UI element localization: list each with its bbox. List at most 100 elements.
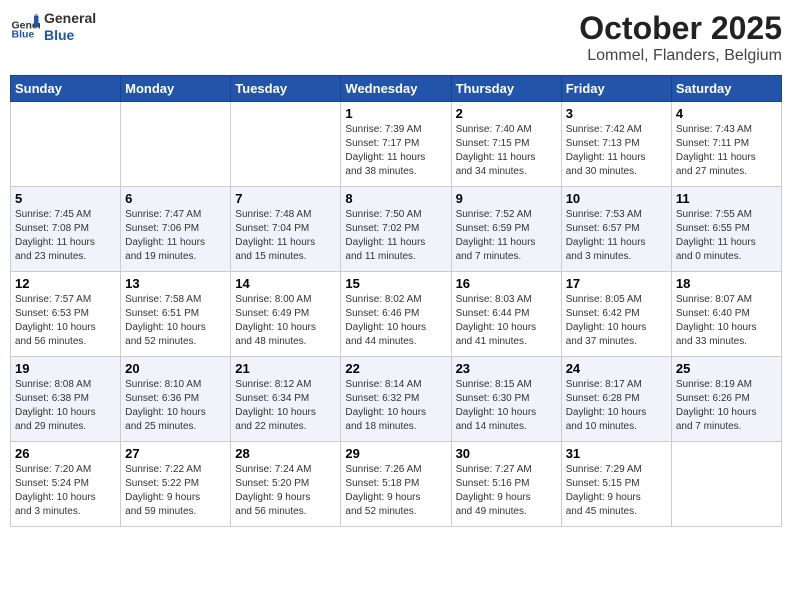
day-info: Sunrise: 7:45 AM Sunset: 7:08 PM Dayligh… bbox=[15, 208, 116, 264]
day-number: 13 bbox=[125, 276, 226, 291]
calendar-cell: 5 Sunrise: 7:45 AM Sunset: 7:08 PM Daylig… bbox=[11, 187, 121, 272]
day-number: 28 bbox=[235, 446, 336, 461]
day-number: 29 bbox=[345, 446, 446, 461]
logo-icon: General Blue bbox=[10, 12, 40, 42]
calendar-cell: 13 Sunrise: 7:58 AM Sunset: 6:51 PM Dayli… bbox=[121, 272, 231, 357]
day-number: 8 bbox=[345, 191, 446, 206]
logo-text: General Blue bbox=[44, 10, 96, 44]
calendar-cell: 6 Sunrise: 7:47 AM Sunset: 7:06 PM Daylig… bbox=[121, 187, 231, 272]
calendar-cell: 23 Sunrise: 8:15 AM Sunset: 6:30 PM Dayli… bbox=[451, 357, 561, 442]
page-header: General Blue General Blue October 2025 L… bbox=[10, 10, 782, 65]
calendar-cell: 4 Sunrise: 7:43 AM Sunset: 7:11 PM Daylig… bbox=[671, 102, 781, 187]
day-number: 20 bbox=[125, 361, 226, 376]
day-info: Sunrise: 8:10 AM Sunset: 6:36 PM Dayligh… bbox=[125, 378, 226, 434]
day-info: Sunrise: 8:14 AM Sunset: 6:32 PM Dayligh… bbox=[345, 378, 446, 434]
calendar-cell: 14Sunrise: 8:00 AM Sunset: 6:49 PM Dayli… bbox=[231, 272, 341, 357]
calendar-cell: 3Sunrise: 7:42 AM Sunset: 7:13 PM Daylig… bbox=[561, 102, 671, 187]
day-info: Sunrise: 7:50 AM Sunset: 7:02 PM Dayligh… bbox=[345, 208, 446, 264]
calendar-cell bbox=[11, 102, 121, 187]
logo-blue-text: Blue bbox=[44, 27, 96, 44]
calendar-cell: 21 Sunrise: 8:12 AM Sunset: 6:34 PM Dayli… bbox=[231, 357, 341, 442]
title-block: October 2025 Lommel, Flanders, Belgium bbox=[579, 10, 782, 65]
calendar-cell: 26Sunrise: 7:20 AM Sunset: 5:24 PM Dayli… bbox=[11, 442, 121, 527]
day-info: Sunrise: 7:43 AM Sunset: 7:11 PM Dayligh… bbox=[676, 123, 777, 179]
day-number: 22 bbox=[345, 361, 446, 376]
calendar-cell: 28 Sunrise: 7:24 AM Sunset: 5:20 PM Dayli… bbox=[231, 442, 341, 527]
day-info: Sunrise: 8:12 AM Sunset: 6:34 PM Dayligh… bbox=[235, 378, 336, 434]
calendar-week-row: 5 Sunrise: 7:45 AM Sunset: 7:08 PM Daylig… bbox=[11, 187, 782, 272]
header-thursday: Thursday bbox=[451, 76, 561, 102]
day-info: Sunrise: 7:22 AM Sunset: 5:22 PM Dayligh… bbox=[125, 463, 226, 519]
calendar-week-row: 19 Sunrise: 8:08 AM Sunset: 6:38 PM Dayli… bbox=[11, 357, 782, 442]
calendar-cell: 29 Sunrise: 7:26 AM Sunset: 5:18 PM Dayli… bbox=[341, 442, 451, 527]
day-number: 15 bbox=[345, 276, 446, 291]
calendar-table: SundayMondayTuesdayWednesdayThursdayFrid… bbox=[10, 75, 782, 527]
day-number: 16 bbox=[456, 276, 557, 291]
day-number: 1 bbox=[345, 106, 446, 121]
day-number: 18 bbox=[676, 276, 777, 291]
calendar-header-row: SundayMondayTuesdayWednesdayThursdayFrid… bbox=[11, 76, 782, 102]
header-tuesday: Tuesday bbox=[231, 76, 341, 102]
calendar-cell: 22 Sunrise: 8:14 AM Sunset: 6:32 PM Dayli… bbox=[341, 357, 451, 442]
day-number: 5 bbox=[15, 191, 116, 206]
day-info: Sunrise: 7:47 AM Sunset: 7:06 PM Dayligh… bbox=[125, 208, 226, 264]
day-number: 19 bbox=[15, 361, 116, 376]
day-info: Sunrise: 8:19 AM Sunset: 6:26 PM Dayligh… bbox=[676, 378, 777, 434]
day-info: Sunrise: 7:57 AM Sunset: 6:53 PM Dayligh… bbox=[15, 293, 116, 349]
day-info: Sunrise: 7:55 AM Sunset: 6:55 PM Dayligh… bbox=[676, 208, 777, 264]
calendar-cell: 17 Sunrise: 8:05 AM Sunset: 6:42 PM Dayli… bbox=[561, 272, 671, 357]
calendar-cell: 24Sunrise: 8:17 AM Sunset: 6:28 PM Dayli… bbox=[561, 357, 671, 442]
day-number: 26 bbox=[15, 446, 116, 461]
calendar-cell: 16 Sunrise: 8:03 AM Sunset: 6:44 PM Dayli… bbox=[451, 272, 561, 357]
day-info: Sunrise: 7:29 AM Sunset: 5:15 PM Dayligh… bbox=[566, 463, 667, 519]
day-number: 6 bbox=[125, 191, 226, 206]
day-number: 27 bbox=[125, 446, 226, 461]
day-info: Sunrise: 8:02 AM Sunset: 6:46 PM Dayligh… bbox=[345, 293, 446, 349]
calendar-cell: 25 Sunrise: 8:19 AM Sunset: 6:26 PM Dayli… bbox=[671, 357, 781, 442]
svg-text:Blue: Blue bbox=[12, 28, 35, 40]
calendar-cell: 9 Sunrise: 7:52 AM Sunset: 6:59 PM Daylig… bbox=[451, 187, 561, 272]
header-wednesday: Wednesday bbox=[341, 76, 451, 102]
day-info: Sunrise: 8:03 AM Sunset: 6:44 PM Dayligh… bbox=[456, 293, 557, 349]
month-title: October 2025 bbox=[579, 10, 782, 47]
calendar-cell: 20 Sunrise: 8:10 AM Sunset: 6:36 PM Dayli… bbox=[121, 357, 231, 442]
day-number: 21 bbox=[235, 361, 336, 376]
day-number: 3 bbox=[566, 106, 667, 121]
day-info: Sunrise: 8:05 AM Sunset: 6:42 PM Dayligh… bbox=[566, 293, 667, 349]
day-number: 9 bbox=[456, 191, 557, 206]
day-number: 31 bbox=[566, 446, 667, 461]
day-info: Sunrise: 7:24 AM Sunset: 5:20 PM Dayligh… bbox=[235, 463, 336, 519]
calendar-cell: 18 Sunrise: 8:07 AM Sunset: 6:40 PM Dayli… bbox=[671, 272, 781, 357]
day-number: 14 bbox=[235, 276, 336, 291]
header-sunday: Sunday bbox=[11, 76, 121, 102]
day-info: Sunrise: 7:27 AM Sunset: 5:16 PM Dayligh… bbox=[456, 463, 557, 519]
calendar-cell: 2Sunrise: 7:40 AM Sunset: 7:15 PM Daylig… bbox=[451, 102, 561, 187]
day-number: 30 bbox=[456, 446, 557, 461]
calendar-cell: 10Sunrise: 7:53 AM Sunset: 6:57 PM Dayli… bbox=[561, 187, 671, 272]
logo-general-text: General bbox=[44, 10, 96, 27]
day-number: 4 bbox=[676, 106, 777, 121]
day-info: Sunrise: 8:15 AM Sunset: 6:30 PM Dayligh… bbox=[456, 378, 557, 434]
calendar-cell: 11 Sunrise: 7:55 AM Sunset: 6:55 PM Dayli… bbox=[671, 187, 781, 272]
day-number: 11 bbox=[676, 191, 777, 206]
day-number: 17 bbox=[566, 276, 667, 291]
day-info: Sunrise: 8:07 AM Sunset: 6:40 PM Dayligh… bbox=[676, 293, 777, 349]
day-number: 24 bbox=[566, 361, 667, 376]
day-number: 23 bbox=[456, 361, 557, 376]
logo: General Blue General Blue bbox=[10, 10, 96, 44]
calendar-cell: 27 Sunrise: 7:22 AM Sunset: 5:22 PM Dayli… bbox=[121, 442, 231, 527]
day-info: Sunrise: 7:48 AM Sunset: 7:04 PM Dayligh… bbox=[235, 208, 336, 264]
header-saturday: Saturday bbox=[671, 76, 781, 102]
calendar-week-row: 26Sunrise: 7:20 AM Sunset: 5:24 PM Dayli… bbox=[11, 442, 782, 527]
day-info: Sunrise: 7:58 AM Sunset: 6:51 PM Dayligh… bbox=[125, 293, 226, 349]
location-text: Lommel, Flanders, Belgium bbox=[579, 47, 782, 65]
day-info: Sunrise: 7:52 AM Sunset: 6:59 PM Dayligh… bbox=[456, 208, 557, 264]
day-info: Sunrise: 7:39 AM Sunset: 7:17 PM Dayligh… bbox=[345, 123, 446, 179]
day-info: Sunrise: 8:08 AM Sunset: 6:38 PM Dayligh… bbox=[15, 378, 116, 434]
calendar-cell bbox=[231, 102, 341, 187]
header-monday: Monday bbox=[121, 76, 231, 102]
day-number: 25 bbox=[676, 361, 777, 376]
day-info: Sunrise: 7:26 AM Sunset: 5:18 PM Dayligh… bbox=[345, 463, 446, 519]
day-info: Sunrise: 7:40 AM Sunset: 7:15 PM Dayligh… bbox=[456, 123, 557, 179]
header-friday: Friday bbox=[561, 76, 671, 102]
